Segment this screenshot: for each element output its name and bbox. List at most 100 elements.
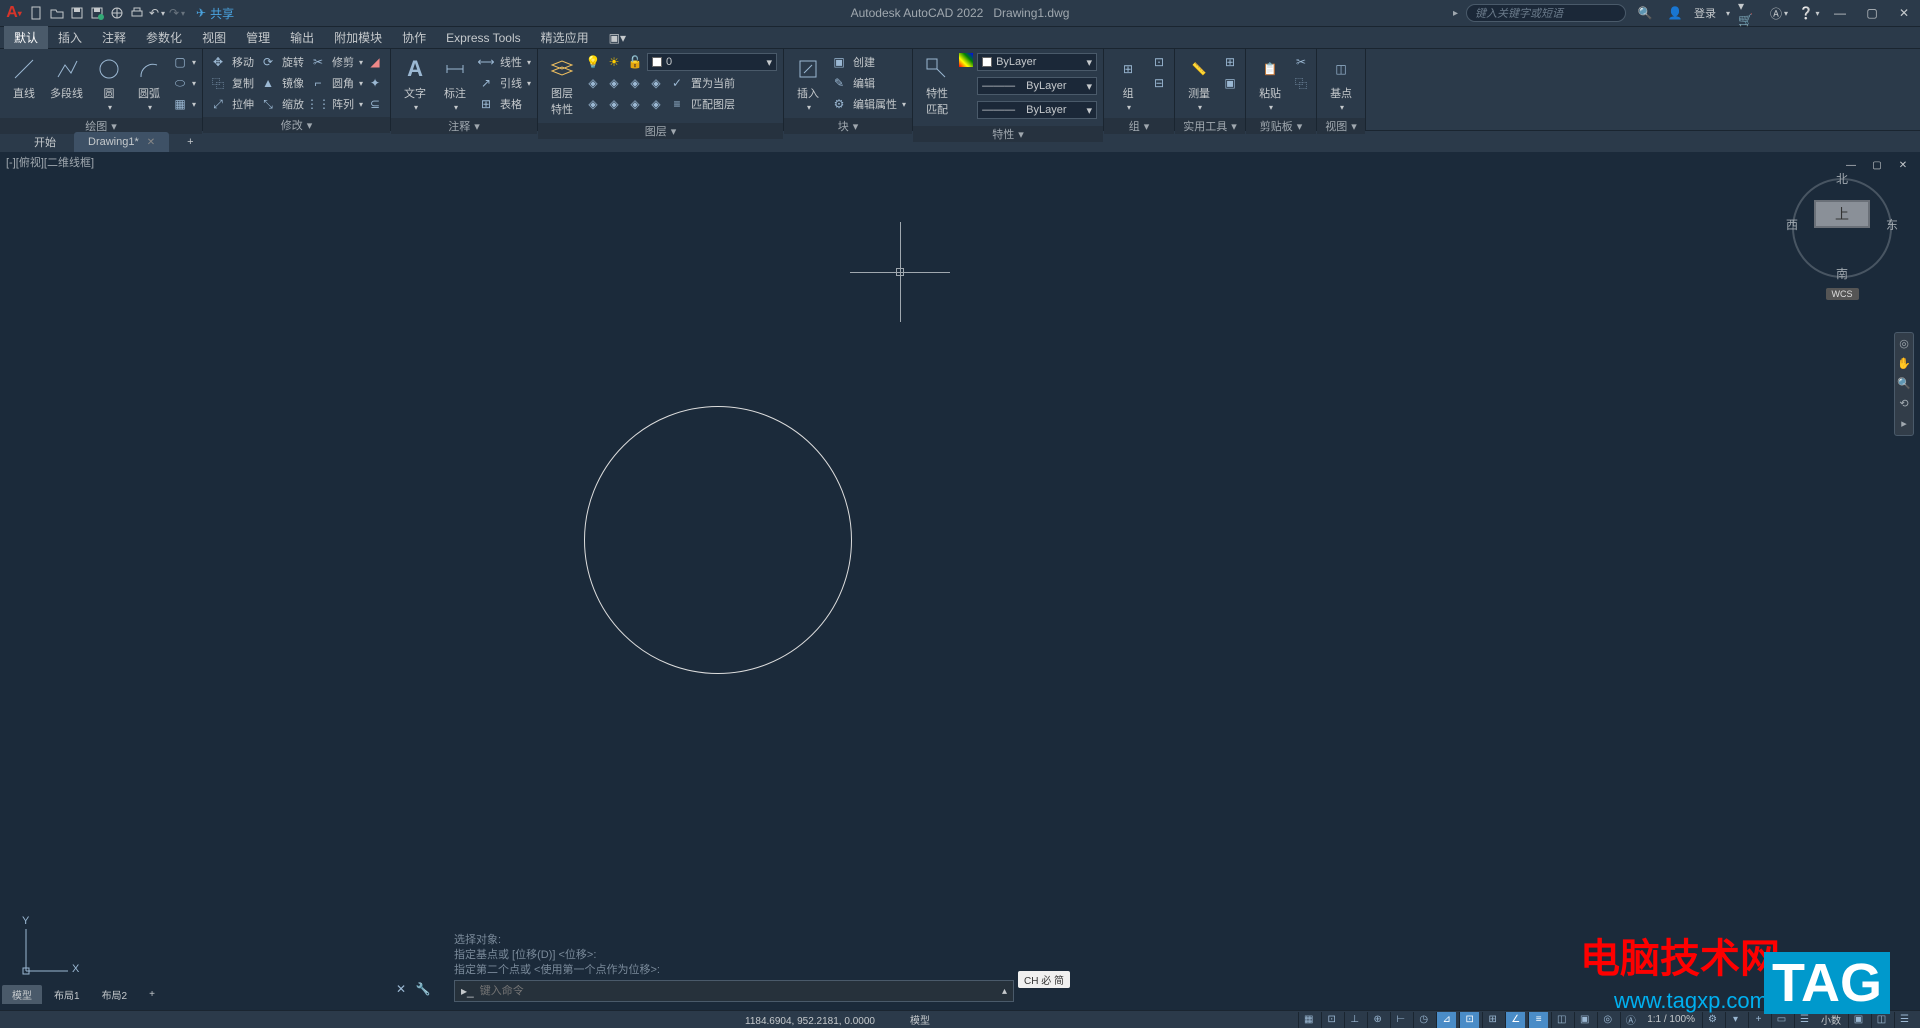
color-dropdown[interactable]: ByLayer▾ [977, 53, 1097, 71]
user-icon[interactable]: 👤 [1664, 2, 1686, 24]
insert-block-button[interactable]: 插入▾ [790, 53, 826, 114]
edit-block-icon[interactable]: ✎ [830, 74, 848, 92]
tab-express[interactable]: Express Tools [436, 28, 530, 48]
view-scale[interactable]: 1:1 / 100% [1643, 1014, 1699, 1025]
sun-icon[interactable]: ☀ [605, 53, 623, 71]
share-button[interactable]: ✈ 共享 [196, 5, 234, 22]
util-icon1[interactable]: ⊞ [1221, 53, 1239, 71]
command-line[interactable]: ▸_ ▴ [454, 980, 1014, 1002]
dim-button[interactable]: 标注▾ [437, 53, 473, 114]
decimal-label[interactable]: 小数 [1817, 1012, 1845, 1027]
polar-icon[interactable]: ◷ [1413, 1012, 1433, 1028]
table-icon[interactable]: ⊞ [477, 95, 495, 113]
copy-icon[interactable]: ⿻ [209, 74, 227, 92]
tab-insert[interactable]: 插入 [48, 26, 92, 49]
tab-annotate[interactable]: 注释 [92, 26, 136, 49]
tab-drawing1[interactable]: Drawing1*✕ [74, 132, 169, 152]
plot-icon[interactable] [128, 4, 146, 22]
undo-icon[interactable]: ↶▾ [148, 4, 166, 22]
match-props-button[interactable]: 特性 匹配 [919, 53, 955, 119]
arc-button[interactable]: 圆弧▾ [131, 53, 167, 114]
search-input[interactable]: 键入关键字或短语 [1466, 4, 1626, 22]
viewport-label[interactable]: [-][俯视][二维线框] [6, 154, 94, 170]
open-icon[interactable] [48, 4, 66, 22]
tab-collaborate[interactable]: 协作 [392, 26, 436, 49]
layer-icon2[interactable]: ◈ [605, 74, 623, 92]
mirror-icon[interactable]: ▲ [259, 74, 277, 92]
cmd-wrench-icon[interactable]: 🔧 [414, 980, 432, 998]
array-icon[interactable]: ⋮⋮ [309, 95, 327, 113]
lineweight-dropdown[interactable]: ——— ByLayer▾ [977, 77, 1097, 95]
linetype-dropdown[interactable]: ——— ByLayer▾ [977, 101, 1097, 119]
tab-manage[interactable]: 管理 [236, 26, 280, 49]
tab-addins[interactable]: 附加模块 [324, 26, 392, 49]
layer-icon1[interactable]: ◈ [584, 74, 602, 92]
line-button[interactable]: 直线 [6, 53, 42, 103]
group-button[interactable]: ⊞组▾ [1110, 53, 1146, 114]
copy-clip-icon[interactable]: ⿻ [1292, 74, 1310, 92]
layer-icon8[interactable]: ◈ [647, 95, 665, 113]
set-current-icon[interactable]: ✓ [668, 74, 686, 92]
color-icon[interactable] [959, 53, 973, 67]
hatch-icon[interactable]: ▦ [171, 95, 189, 113]
tab-layout1[interactable]: 布局1 [44, 985, 90, 1004]
command-input[interactable] [480, 985, 996, 997]
model-space-button[interactable]: 模型 [910, 1012, 930, 1027]
tab-output[interactable]: 输出 [280, 26, 324, 49]
polyline-button[interactable]: 多段线 [46, 53, 87, 103]
tab-default[interactable]: 默认 [4, 26, 48, 49]
layer-icon7[interactable]: ◈ [626, 95, 644, 113]
match-layer-icon[interactable]: ≡ [668, 95, 686, 113]
lwt-icon[interactable]: ≡ [1528, 1012, 1548, 1028]
transparency-icon[interactable]: ◫ [1551, 1012, 1571, 1028]
tab-layout2[interactable]: 布局2 [92, 985, 138, 1004]
base-button[interactable]: ◫基点▾ [1323, 53, 1359, 114]
paste-button[interactable]: 📋粘贴▾ [1252, 53, 1288, 114]
orbit-icon[interactable]: ⟲ [1897, 397, 1911, 411]
layer-dropdown[interactable]: 0▾ [647, 53, 777, 71]
save-icon[interactable] [68, 4, 86, 22]
circle-object[interactable] [584, 406, 852, 674]
offset-icon[interactable]: ⊆ [366, 95, 384, 113]
search-icon[interactable]: 🔍 [1634, 2, 1656, 24]
add-layout-button[interactable]: + [139, 987, 165, 1002]
maximize-icon[interactable]: ▢ [1860, 2, 1884, 24]
lock-icon[interactable]: 🔓 [626, 53, 644, 71]
bulb-icon[interactable]: 💡 [584, 53, 602, 71]
cart-icon[interactable]: ▾ 🛒 [1738, 2, 1760, 24]
dynamic-icon[interactable]: ⊕ [1367, 1012, 1387, 1028]
new-icon[interactable] [28, 4, 46, 22]
layer-icon3[interactable]: ◈ [626, 74, 644, 92]
layer-icon5[interactable]: ◈ [584, 95, 602, 113]
isodraft-icon[interactable]: ⊿ [1436, 1012, 1456, 1028]
pan-icon[interactable]: ✋ [1897, 357, 1911, 371]
ellipse-icon[interactable]: ⬭ [171, 74, 189, 92]
login-label[interactable]: 登录 [1694, 5, 1716, 21]
custom-icon[interactable]: ☰ [1894, 1012, 1914, 1028]
help-icon[interactable]: ❔▾ [1798, 2, 1820, 24]
layer-icon6[interactable]: ◈ [605, 95, 623, 113]
zoom-icon[interactable]: 🔍 [1897, 377, 1911, 391]
grid-icon[interactable]: ▦ [1298, 1012, 1318, 1028]
wcs-badge[interactable]: WCS [1826, 288, 1859, 300]
stretch-icon[interactable]: ⤢ [209, 95, 227, 113]
drawing-canvas[interactable]: [-][俯视][二维线框] — ▢ ✕ 北 东 南 西 上 WCS ◎ ✋ 🔍 … [0, 152, 1920, 1010]
close-viewport-icon[interactable]: ✕ [1892, 154, 1914, 176]
saveas-icon[interactable] [88, 4, 106, 22]
tab-start[interactable]: 开始 [20, 132, 70, 152]
close-tab-icon[interactable]: ✕ [147, 137, 155, 148]
selection-icon[interactable]: ▣ [1574, 1012, 1594, 1028]
measure-button[interactable]: 📏测量▾ [1181, 53, 1217, 114]
erase-icon[interactable]: ◢ [366, 53, 384, 71]
wheel-icon[interactable]: ◎ [1897, 337, 1911, 351]
tab-parametric[interactable]: 参数化 [136, 26, 192, 49]
tab-model[interactable]: 模型 [2, 985, 42, 1004]
move-icon[interactable]: ✥ [209, 53, 227, 71]
trim-icon[interactable]: ✂ [309, 53, 327, 71]
create-block-icon[interactable]: ▣ [830, 53, 848, 71]
tab-overflow-icon[interactable]: ▣▾ [599, 28, 636, 48]
app-icon[interactable]: Ⓐ▾ [1768, 2, 1790, 24]
autocad-logo[interactable]: A▾ [4, 3, 24, 23]
layer-properties-button[interactable]: 图层 特性 [544, 53, 580, 119]
tab-featured[interactable]: 精选应用 [531, 26, 599, 49]
